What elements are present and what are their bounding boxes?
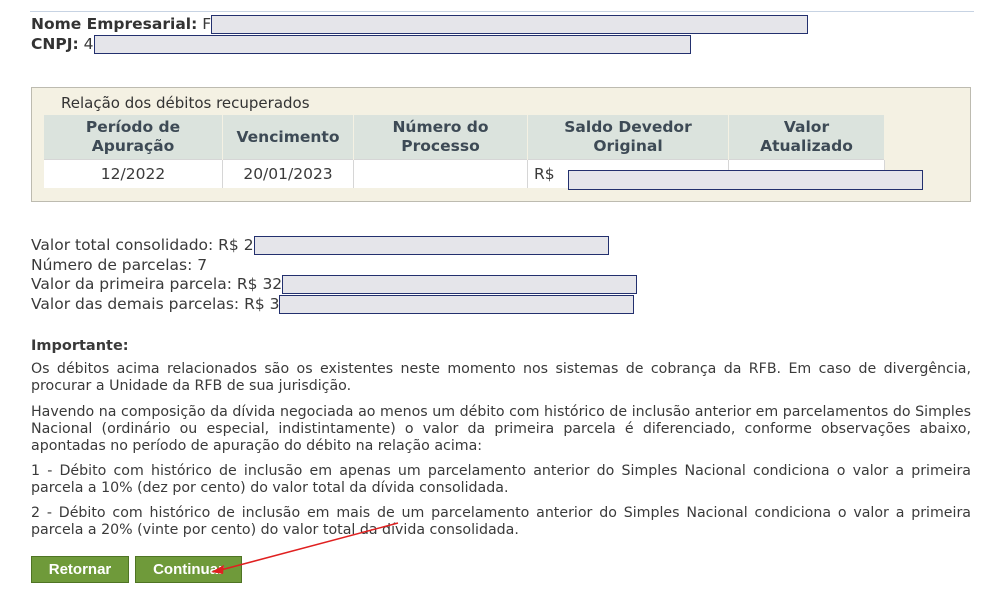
cell-periodo: 12/2022 [44, 159, 223, 188]
cell-vencimento: 20/01/2023 [222, 159, 354, 188]
summary-block: Valor total consolidado: R$ 2 Número de … [31, 236, 638, 315]
important-title: Importante: [31, 338, 129, 354]
company-name-row: Nome Empresarial: F [31, 15, 809, 35]
total-label: Valor total consolidado: R$ 2 [31, 236, 254, 254]
cnpj-label: CNPJ: [31, 35, 79, 53]
parcelas-label: Número de parcelas: 7 [31, 255, 208, 274]
redacted-cnpj [93, 35, 691, 54]
debts-panel-title: Relação dos débitos recuperados [61, 94, 310, 112]
col-vencimento: Vencimento [222, 115, 354, 160]
saldo-currency: R$ [534, 165, 555, 183]
top-divider [30, 11, 974, 12]
summary-total: Valor total consolidado: R$ 2 [31, 236, 637, 256]
col-processo: Número do Processo [353, 115, 528, 160]
important-paragraph-3: 1 - Débito com histórico de inclusão em … [31, 463, 971, 496]
summary-primeira: Valor da primeira parcela: R$ 32 [31, 275, 638, 295]
redacted-primeira [282, 275, 638, 294]
continue-button[interactable]: Continuar [135, 556, 242, 583]
redacted-company-name [211, 15, 809, 34]
company-name-label: Nome Empresarial: [31, 15, 198, 33]
important-paragraph-2: Havendo na composição da dívida negociad… [31, 404, 971, 454]
debts-table-header: Período de Apuração Vencimento Número do… [44, 115, 885, 160]
company-info: Nome Empresarial: F CNPJ: 4 [31, 15, 809, 55]
primeira-label: Valor da primeira parcela: R$ 32 [31, 275, 283, 293]
important-paragraph-1: Os débitos acima relacionados são os exi… [31, 361, 971, 394]
summary-demais: Valor das demais parcelas: R$ 3 [31, 294, 637, 315]
col-periodo: Período de Apuração [44, 115, 223, 160]
redacted-demais [279, 294, 635, 314]
demais-label: Valor das demais parcelas: R$ 3 [31, 294, 280, 313]
cnpj-value: 4 [83, 35, 94, 53]
back-button[interactable]: Retornar [31, 556, 129, 583]
cnpj-row: CNPJ: 4 [31, 35, 808, 55]
cell-processo [353, 159, 528, 188]
redacted-total [253, 236, 609, 255]
summary-parcelas: Número de parcelas: 7 [31, 256, 637, 276]
col-saldo: Saldo Devedor Original [527, 115, 729, 160]
company-name-value: F [202, 15, 212, 33]
important-paragraph-4: 2 - Débito com histórico de inclusão em … [31, 505, 971, 538]
col-valor-atualizado: Valor Atualizado [728, 115, 885, 160]
redacted-saldo-value [568, 170, 923, 190]
